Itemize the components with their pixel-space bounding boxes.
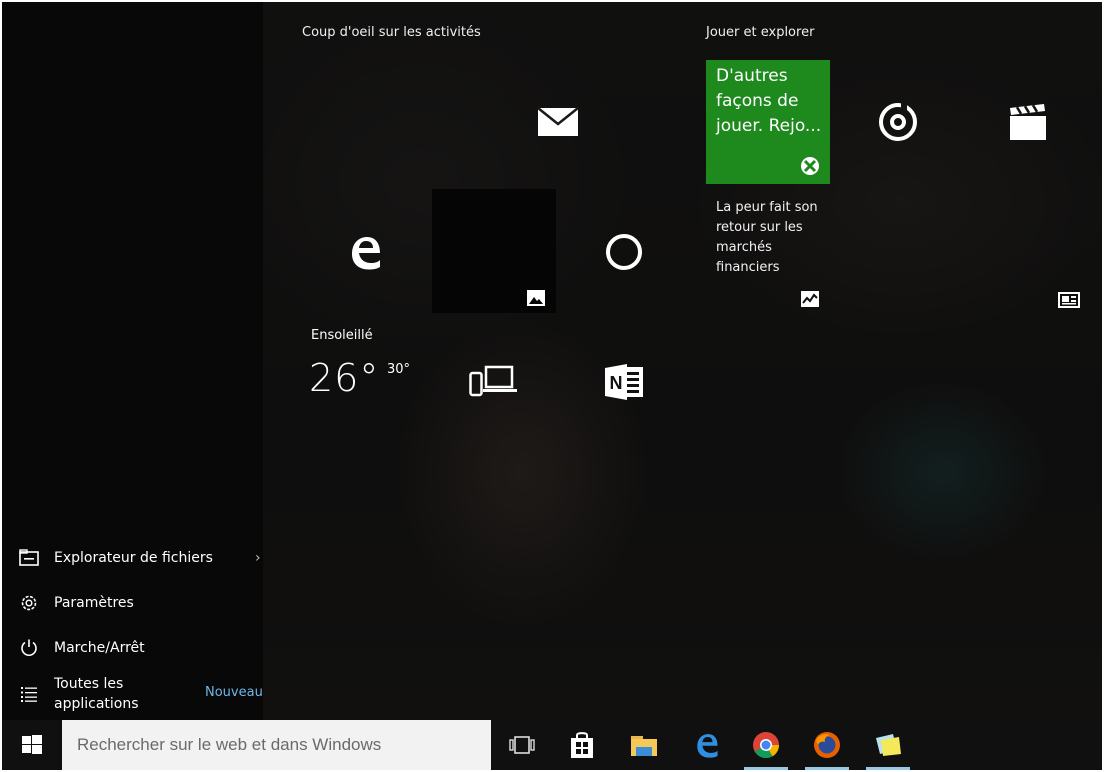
menu-all-apps-label: Toutes les applications bbox=[54, 676, 139, 712]
chevron-right-icon[interactable]: › bbox=[255, 550, 261, 566]
menu-power[interactable]: Marche/Arrêt bbox=[18, 631, 145, 665]
taskbar-sticky-notes[interactable] bbox=[860, 720, 916, 770]
tile-edge[interactable] bbox=[302, 190, 426, 314]
folder-icon bbox=[18, 547, 40, 569]
firefox-icon bbox=[814, 732, 840, 758]
edge-icon bbox=[352, 237, 380, 270]
tile-cortana[interactable] bbox=[562, 190, 686, 314]
taskbar-firefox[interactable] bbox=[799, 720, 855, 770]
taskbar-file-explorer[interactable] bbox=[616, 720, 672, 770]
cortana-icon bbox=[606, 234, 642, 270]
chrome-active-indicator bbox=[744, 767, 788, 770]
svg-text:N: N bbox=[610, 373, 623, 393]
sticky-notes-icon bbox=[876, 734, 901, 756]
start-button[interactable] bbox=[2, 720, 62, 770]
onenote-icon: N bbox=[605, 364, 643, 400]
money-headline: La peur fait son retour sur les marchés … bbox=[716, 200, 818, 275]
edge-icon bbox=[697, 734, 718, 758]
power-icon bbox=[18, 637, 40, 659]
menu-all-apps[interactable]: Toutes les applications bbox=[18, 672, 144, 716]
new-badge: Nouveau bbox=[205, 685, 263, 700]
firefox-active-indicator bbox=[805, 767, 849, 770]
photos-icon bbox=[527, 290, 545, 306]
store-icon bbox=[571, 732, 593, 758]
start-screen: Coup d'oeil sur les activités Jouer et e… bbox=[2, 2, 1102, 770]
group-title-activities: Coup d'oeil sur les activités bbox=[302, 25, 481, 40]
list-icon bbox=[18, 683, 40, 705]
taskbar-edge[interactable] bbox=[678, 720, 734, 770]
menu-settings-label: Paramètres bbox=[54, 595, 134, 611]
news-icon bbox=[1058, 292, 1080, 308]
task-view-button[interactable] bbox=[494, 720, 550, 770]
xbox-icon bbox=[801, 157, 819, 175]
windows-logo-icon bbox=[22, 735, 42, 754]
task-view-icon bbox=[509, 736, 535, 754]
search-box[interactable]: Rechercher sur le web et dans Windows bbox=[62, 720, 491, 770]
taskbar: Rechercher sur le web et dans Windows bbox=[2, 720, 1102, 770]
tile-news[interactable] bbox=[966, 190, 1090, 314]
tile-photos[interactable] bbox=[432, 189, 556, 313]
menu-file-explorer[interactable]: Explorateur de fichiers bbox=[18, 541, 213, 575]
weather-condition: Ensoleillé bbox=[311, 328, 373, 343]
taskbar-chrome[interactable] bbox=[738, 720, 794, 770]
sticky-notes-active-indicator bbox=[866, 767, 910, 770]
menu-file-explorer-label: Explorateur de fichiers bbox=[54, 550, 213, 566]
file-explorer-icon bbox=[631, 736, 657, 756]
phone-companion-icon bbox=[469, 365, 517, 397]
mail-icon bbox=[537, 107, 579, 136]
tile-phone-companion[interactable] bbox=[432, 320, 556, 444]
gear-icon bbox=[18, 592, 40, 614]
money-chart-icon bbox=[801, 291, 819, 307]
tile-groove-music[interactable] bbox=[836, 60, 960, 184]
menu-settings[interactable]: Paramètres bbox=[18, 586, 134, 620]
group-title-play: Jouer et explorer bbox=[706, 25, 815, 40]
tile-movies-tv[interactable] bbox=[966, 60, 1090, 184]
chrome-icon bbox=[753, 732, 780, 759]
tile-mail[interactable] bbox=[496, 60, 620, 184]
weather-temperature: 26° bbox=[309, 356, 380, 400]
menu-power-label: Marche/Arrêt bbox=[54, 640, 145, 656]
weather-high-temperature: 30° bbox=[387, 362, 411, 377]
groove-music-icon bbox=[879, 103, 917, 141]
movies-tv-icon bbox=[1010, 104, 1046, 140]
taskbar-store[interactable] bbox=[554, 720, 610, 770]
tile-onenote[interactable]: N bbox=[562, 320, 686, 444]
xbox-tile-text: D'autres façons de jouer. Rejo... bbox=[716, 66, 822, 136]
search-placeholder: Rechercher sur le web et dans Windows bbox=[77, 735, 382, 754]
